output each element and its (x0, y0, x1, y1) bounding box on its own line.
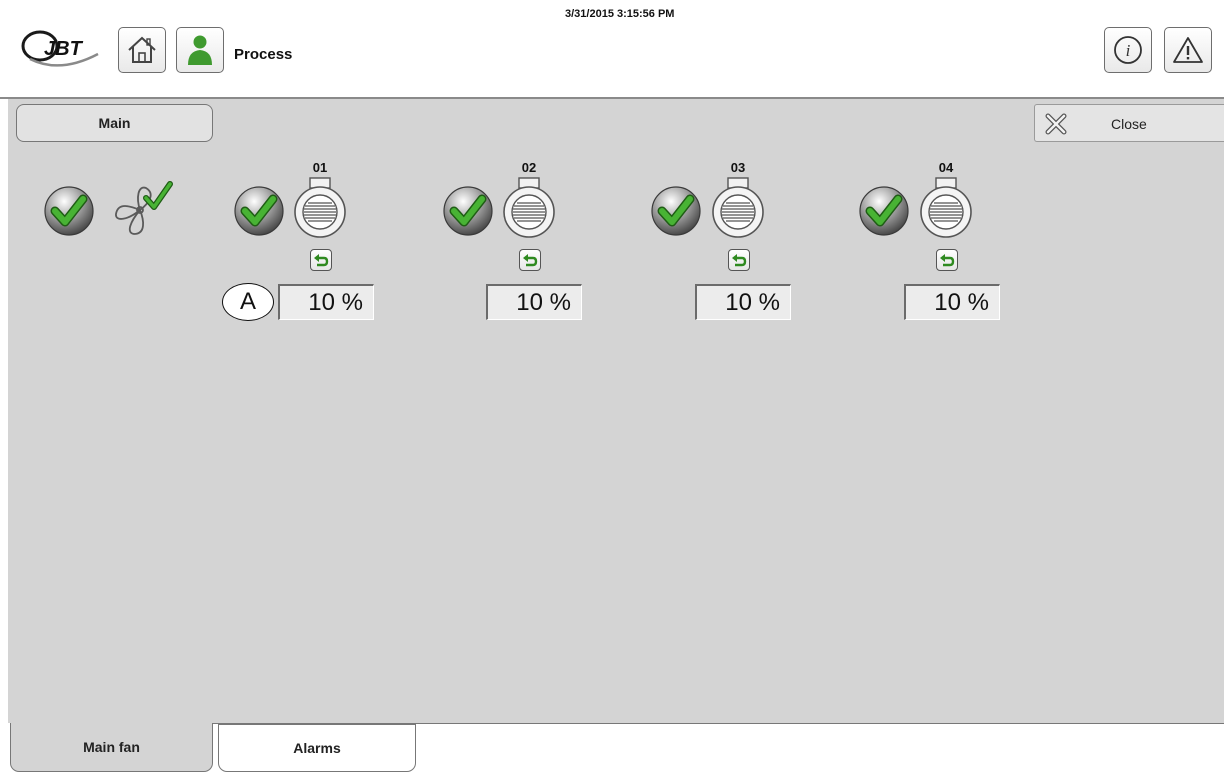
warning-icon (1173, 37, 1203, 63)
jbt-logo: JBT (21, 30, 99, 67)
reset-icon (314, 254, 329, 267)
home-button[interactable] (118, 27, 166, 73)
zone-02-vent-icon[interactable] (501, 177, 557, 239)
zone-03-value[interactable]: 10 % (695, 284, 791, 320)
zone-02-label: 02 (521, 160, 537, 175)
fan-icon[interactable] (110, 180, 174, 238)
zone-01-vent-icon[interactable] (292, 177, 348, 239)
zone-02-value[interactable]: 10 % (486, 284, 582, 320)
tab-alarms[interactable]: Alarms (218, 724, 416, 772)
page-title: Process (234, 46, 293, 63)
main-panel (8, 99, 1224, 723)
zone-03-label: 03 (730, 160, 746, 175)
tab-main-fan[interactable]: Main fan (10, 723, 213, 772)
datetime-display: 3/31/2015 3:15:56 PM (565, 8, 675, 20)
alarm-button[interactable] (1164, 27, 1212, 73)
zone-02-reset-button[interactable] (519, 249, 541, 271)
zone-03-checkmark-icon (651, 186, 701, 236)
svg-text:JBT: JBT (44, 38, 84, 60)
zone-01-label: 01 (312, 160, 328, 175)
zone-03-vent-icon[interactable] (710, 177, 766, 239)
close-icon (1045, 113, 1067, 135)
zone-04-vent-icon[interactable] (918, 177, 974, 239)
zone-01-reset-button[interactable] (310, 249, 332, 271)
home-icon (128, 36, 156, 63)
zone-03-reset-button[interactable] (728, 249, 750, 271)
zone-01-value[interactable]: 10 % (278, 284, 374, 320)
reset-icon (523, 254, 538, 267)
callout-a: A (222, 283, 274, 321)
zone-01-checkmark-icon (234, 186, 284, 236)
main-tab[interactable]: Main (16, 104, 213, 142)
zone-04-value[interactable]: 10 % (904, 284, 1000, 320)
user-button[interactable] (176, 27, 224, 73)
zone-04-reset-button[interactable] (936, 249, 958, 271)
reset-icon (732, 254, 747, 267)
svg-text:i: i (1126, 41, 1131, 60)
zone-04-checkmark-icon (859, 186, 909, 236)
zone-04-label: 04 (938, 160, 954, 175)
info-button[interactable]: i (1104, 27, 1152, 73)
close-label: Close (1111, 116, 1147, 132)
close-button[interactable]: Close (1034, 104, 1224, 142)
main-fan-status-checkmark-icon (44, 186, 94, 236)
header-bar: JBT Process 3/31/2015 3:15:56 PM i (0, 0, 1224, 98)
user-icon (188, 35, 212, 65)
info-icon: i (1114, 36, 1142, 64)
zone-02-checkmark-icon (443, 186, 493, 236)
reset-icon (940, 254, 955, 267)
